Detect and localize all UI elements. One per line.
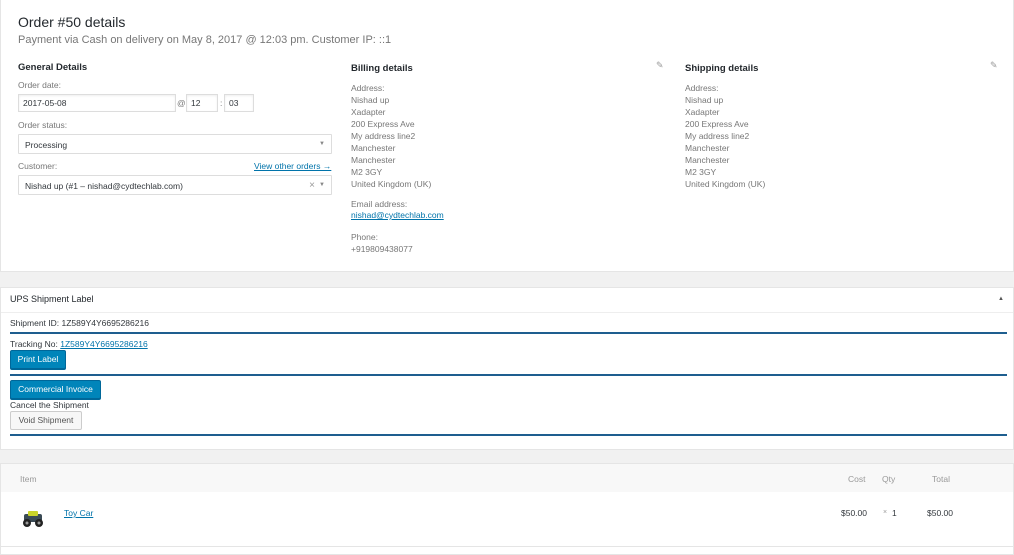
billing-address-line: M2 3GY <box>351 167 383 177</box>
shipping-address-line: Xadapter <box>685 107 720 117</box>
print-label-button[interactable]: Print Label <box>10 350 66 369</box>
cost-column-header: Cost <box>848 474 866 484</box>
shipping-details-heading: Shipping details <box>685 63 759 74</box>
qty-column-header: Qty <box>882 474 896 484</box>
cancel-shipment-text: Cancel the Shipment <box>10 400 89 410</box>
header-divider <box>1 312 1013 313</box>
order-minute-input[interactable]: 03 <box>224 94 254 112</box>
billing-phone-value: +919809438077 <box>351 244 413 254</box>
shipment-id-text: Shipment ID: 1Z589Y4Y6695286216 <box>10 318 149 328</box>
section-divider <box>10 332 1007 334</box>
tracking-number-link[interactable]: 1Z589Y4Y6695286216 <box>60 339 147 349</box>
shipping-address-label: Address: <box>685 83 719 93</box>
billing-address-line: My address line2 <box>351 131 416 141</box>
item-column-header: Item <box>20 474 37 484</box>
shipping-address-line: M2 3GY <box>685 167 717 177</box>
billing-address-line: Nishad up <box>351 95 390 105</box>
chevron-down-icon: ▼ <box>319 141 325 147</box>
billing-address-line: Manchester <box>351 143 396 153</box>
view-other-orders-link[interactable]: View other orders → <box>254 161 331 171</box>
order-data-panel: Order #50 details Payment via Cash on de… <box>0 0 1014 272</box>
billing-address-block: Address: Nishad up Xadapter 200 Express … <box>351 82 431 190</box>
billing-address-line: 200 Express Ave <box>351 119 415 129</box>
billing-email-label: Email address: <box>351 199 408 209</box>
chevron-down-icon: ▼ <box>319 182 325 188</box>
at-sign: @ <box>177 98 186 108</box>
page-title: Order #50 details <box>18 14 126 30</box>
customer-label: Customer: <box>18 161 58 171</box>
shipping-address-line: Nishad up <box>685 95 724 105</box>
billing-address-label: Address: <box>351 83 385 93</box>
ups-panel-heading: UPS Shipment Label <box>10 294 94 304</box>
order-hour-input[interactable]: 12 <box>186 94 218 112</box>
void-shipment-button[interactable]: Void Shipment <box>10 411 82 430</box>
tracking-label: Tracking No: <box>10 339 61 349</box>
billing-address-line: Manchester <box>351 155 396 165</box>
order-subtitle: Payment via Cash on delivery on May 8, 2… <box>18 34 392 46</box>
billing-phone-label: Phone: <box>351 232 378 242</box>
pencil-icon[interactable]: ✎ <box>990 60 998 71</box>
commercial-invoice-button[interactable]: Commercial Invoice <box>10 380 101 399</box>
shipping-address-line: Manchester <box>685 155 730 165</box>
qty-times-symbol: × <box>883 509 888 516</box>
shipping-address-line: My address line2 <box>685 131 750 141</box>
shipping-address-block: Address: Nishad up Xadapter 200 Express … <box>685 82 765 190</box>
order-status-select[interactable]: Processing ▼ <box>18 134 332 154</box>
order-date-label: Order date: <box>18 80 61 90</box>
item-total: $50.00 <box>927 508 953 518</box>
shipping-address-line: United Kingdom (UK) <box>685 179 766 189</box>
customer-value: Nishad up (#1 – nishad@cydtechlab.com) <box>25 181 183 191</box>
order-status-label: Order status: <box>18 120 68 130</box>
order-date-input[interactable]: 2017-05-08 <box>18 94 176 112</box>
time-colon: : <box>220 98 223 108</box>
billing-address-line: United Kingdom (UK) <box>351 179 432 189</box>
customer-select[interactable]: Nishad up (#1 – nishad@cydtechlab.com) ×… <box>18 175 332 195</box>
billing-address-line: Xadapter <box>351 107 386 117</box>
tracking-row: Tracking No: 1Z589Y4Y6695286216 <box>10 339 148 349</box>
row-divider <box>1 546 1013 547</box>
total-column-header: Total <box>932 474 950 484</box>
shipping-address-line: 200 Express Ave <box>685 119 749 129</box>
item-name-link[interactable]: Toy Car <box>64 508 93 518</box>
ups-shipment-panel: UPS Shipment Label ▲ Shipment ID: 1Z589Y… <box>0 287 1014 450</box>
billing-details-heading: Billing details <box>351 63 413 74</box>
item-cost: $50.00 <box>841 508 867 518</box>
general-details-heading: General Details <box>18 62 88 73</box>
clear-customer-icon[interactable]: × <box>309 180 315 191</box>
section-divider <box>10 434 1007 436</box>
section-divider <box>10 374 1007 376</box>
toy-car-thumbnail <box>20 506 46 530</box>
item-qty: 1 <box>892 508 897 518</box>
order-status-value: Processing <box>25 140 68 150</box>
order-items-panel: Item Cost Qty Total Toy Car $50.00 × 1 $… <box>0 463 1014 555</box>
pencil-icon[interactable]: ✎ <box>656 60 664 71</box>
billing-email-link[interactable]: nishad@cydtechlab.com <box>351 210 444 220</box>
triangle-up-icon[interactable]: ▲ <box>998 296 1004 302</box>
shipping-address-line: Manchester <box>685 143 730 153</box>
